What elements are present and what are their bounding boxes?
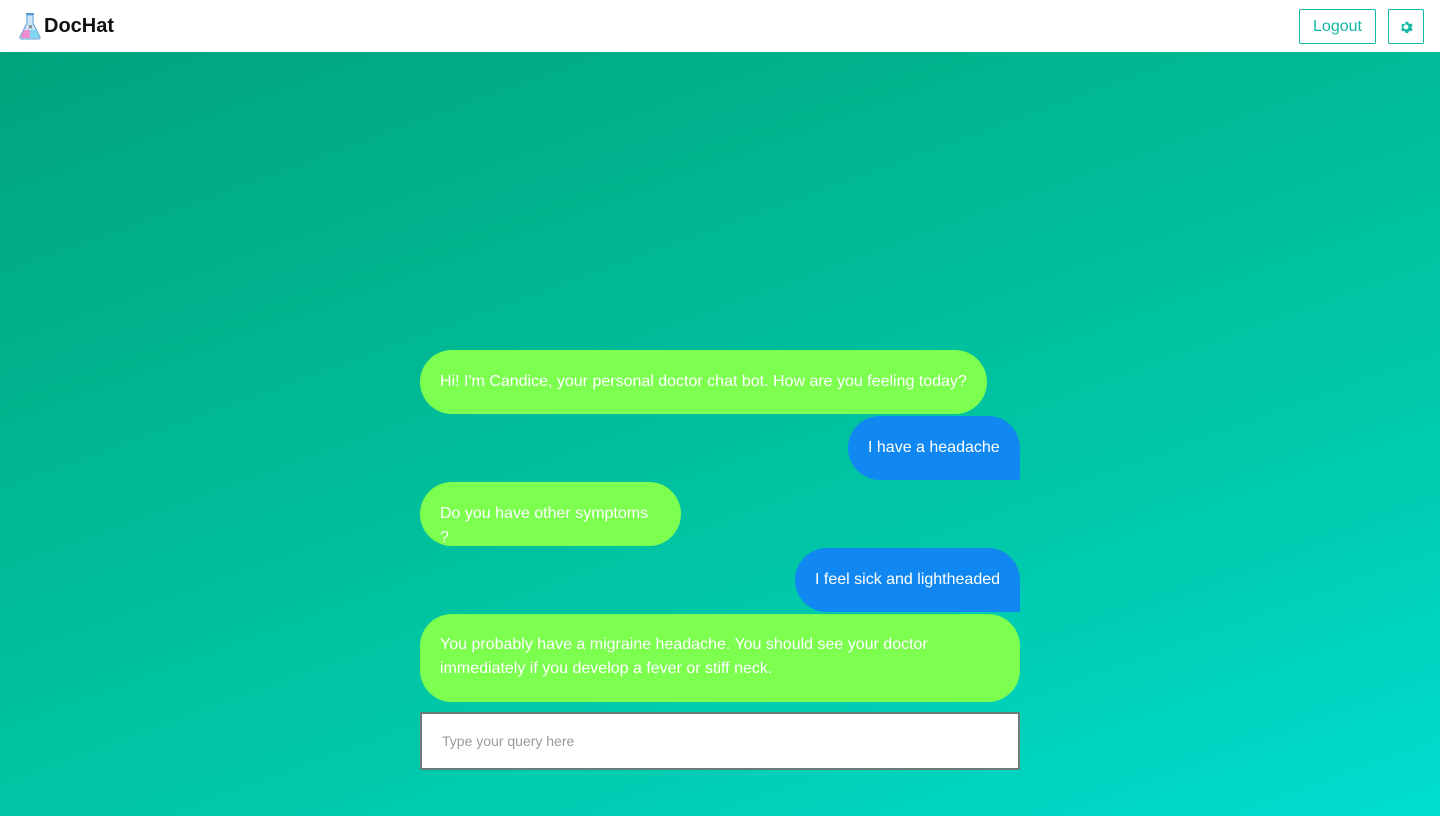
logout-button[interactable]: Logout — [1299, 9, 1376, 44]
brand-name: DocHat — [44, 15, 115, 37]
bot-message: Hi! I'm Candice, your personal doctor ch… — [420, 350, 987, 414]
flask-icon: × — [18, 12, 42, 40]
user-message: I feel sick and lightheaded — [795, 548, 1020, 612]
query-input[interactable] — [420, 712, 1020, 770]
svg-text:×: × — [28, 23, 34, 31]
bot-message: You probably have a migraine headache. Y… — [420, 614, 1020, 702]
user-message: I have a headache — [848, 416, 1020, 480]
chat-background: Hi! I'm Candice, your personal doctor ch… — [0, 52, 1440, 816]
navbar: × DocHat Logout — [0, 0, 1440, 52]
gear-icon — [1399, 20, 1413, 34]
settings-button[interactable] — [1388, 9, 1424, 44]
brand-link[interactable]: × DocHat — [18, 12, 114, 40]
bot-message: Do you have other symptoms ? — [420, 482, 681, 546]
